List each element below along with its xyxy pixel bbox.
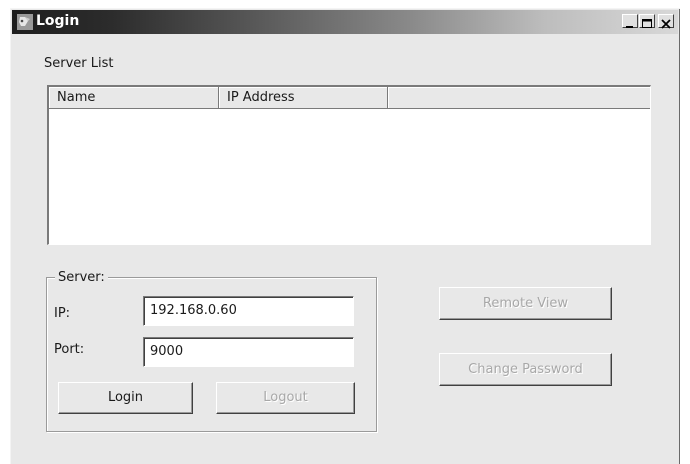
window-title: Login (36, 13, 80, 29)
remote-view-button[interactable]: Remote View (439, 287, 612, 320)
close-icon (661, 19, 671, 29)
logout-button[interactable]: Logout (216, 382, 355, 414)
minimize-button[interactable] (622, 14, 638, 28)
login-button[interactable]: Login (58, 382, 193, 414)
minimize-icon (626, 26, 633, 28)
column-header-blank[interactable] (388, 87, 650, 109)
maximize-button[interactable] (639, 14, 655, 28)
ip-label: IP: (54, 306, 71, 321)
close-button[interactable] (658, 14, 674, 29)
column-header-name[interactable]: Name (49, 87, 219, 109)
login-window: Login Server List Name IP Address Server… (10, 8, 680, 464)
server-list[interactable]: Name IP Address (47, 85, 651, 245)
port-input[interactable]: 9000 (143, 337, 354, 367)
ip-input[interactable]: 192.168.0.60 (143, 296, 354, 326)
change-password-button[interactable]: Change Password (439, 353, 612, 386)
port-label: Port: (54, 342, 85, 357)
title-bar[interactable]: Login (12, 10, 678, 34)
server-list-label: Server List (44, 56, 114, 71)
column-header-ip-address[interactable]: IP Address (219, 87, 388, 109)
app-icon (16, 13, 34, 31)
server-group-title: Server: (55, 270, 108, 285)
maximize-icon (642, 19, 652, 28)
